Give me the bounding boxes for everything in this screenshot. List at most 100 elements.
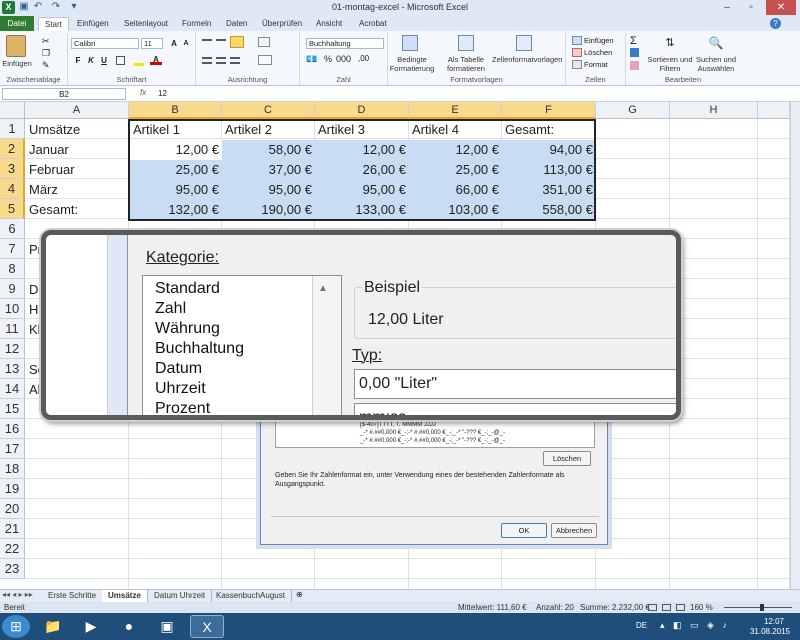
column-header-g[interactable]: G [596,102,670,119]
column-header-d[interactable]: D [315,102,409,119]
cell-f4[interactable]: 351,00 € [502,180,596,200]
select-all-corner[interactable] [0,102,25,119]
cell-e4[interactable]: 66,00 € [409,180,502,200]
row-header-23[interactable]: 23 [0,559,25,579]
cell-b4[interactable]: 95,00 € [130,180,222,200]
tab-start[interactable]: Start [38,17,69,31]
format-painter-icon[interactable]: ✎ [42,60,50,71]
category-standard[interactable]: Standard [155,279,220,299]
row-header-14[interactable]: 14 [0,379,25,399]
currency-icon[interactable]: 💶 [306,54,317,65]
cell-a5[interactable]: Gesamt: [26,200,126,220]
row-header-5[interactable]: 5 [0,199,25,219]
explorer-icon[interactable]: 📁 [36,615,70,638]
row-header-2[interactable]: 2 [0,139,25,159]
align-left-icon[interactable] [202,57,212,64]
column-header-f[interactable]: F [502,102,596,119]
sort-filter-icon[interactable]: ⇅ [662,36,678,52]
zoom-slider-thumb[interactable] [760,604,764,611]
number-format-combo[interactable]: Buchhaltung [306,38,384,49]
shrink-font-icon[interactable]: A [180,38,192,49]
find-select-icon[interactable]: 🔍 [708,36,724,52]
ok-button[interactable]: OK [501,523,547,538]
cell-b2[interactable]: 12,00 € [130,140,222,160]
font-name-combo[interactable]: Calibri [71,38,139,49]
row-header-15[interactable]: 15 [0,399,25,419]
cell-styles-button[interactable]: Zellenformatvorlagen [492,55,562,64]
thousands-icon[interactable]: 000 [336,54,351,64]
underline-button[interactable]: U [98,55,110,66]
category-zahl[interactable]: Zahl [155,299,186,319]
cell-f5[interactable]: 558,00 € [502,200,596,220]
name-box[interactable]: B2 [2,88,126,100]
insert-function-icon[interactable]: fx [140,88,146,97]
type-list-first-item[interactable]: mm:ss [354,403,676,415]
maximize-button[interactable]: ▫ [740,0,762,15]
zoom-slider[interactable] [724,607,792,608]
clock-time[interactable]: 12:07 [752,617,796,626]
cell-b5[interactable]: 132,00 € [130,200,222,220]
tray-icons[interactable]: ▴ ◧ ▭ ◈ ♪ [660,620,730,631]
percent-icon[interactable]: % [324,54,332,64]
zoom-level[interactable]: 160 % [690,602,713,613]
align-middle-icon[interactable] [216,39,226,46]
row-header-6[interactable]: 6 [0,219,25,239]
copy-icon[interactable]: ❐ [42,48,50,59]
clock-date[interactable]: 31.08.2015 [744,627,796,636]
view-normal-icon[interactable] [648,604,657,611]
row-header-18[interactable]: 18 [0,459,25,479]
wrap-text-icon[interactable] [258,37,270,47]
new-sheet-icon[interactable]: ⊕ [296,590,303,599]
tab-seitenlayout[interactable]: Seitenlayout [118,17,174,31]
firefox-icon[interactable]: ● [112,615,146,638]
language-indicator[interactable]: DE [636,621,647,630]
sheet-tab-kassenbuch[interactable]: KassenbuchAugust [210,590,292,602]
format-type-list[interactable]: [$-407]TTTT, T. MMMM JJJJ _-* #.##0,000 … [275,420,595,448]
cell-e2[interactable]: 12,00 € [409,140,502,160]
category-uhrzeit[interactable]: Uhrzeit [155,379,206,399]
row-header-7[interactable]: 7 [0,239,25,259]
tab-ansicht[interactable]: Ansicht [310,17,348,31]
tab-acrobat[interactable]: Acrobat [353,17,393,31]
conditional-formatting-icon[interactable] [402,35,418,51]
column-header-h[interactable]: H [670,102,758,119]
type-input[interactable]: 0,00 "Liter" [354,369,676,399]
delete-cells-icon[interactable] [572,48,582,57]
paste-button[interactable]: Einfügen [0,59,34,68]
category-list-scrollbar[interactable] [312,276,341,415]
cell-a4[interactable]: März [26,180,126,200]
clear-icon[interactable] [630,61,639,70]
row-header-8[interactable]: 8 [0,259,25,279]
cell-e5[interactable]: 103,00 € [409,200,502,220]
cell-f2[interactable]: 94,00 € [502,140,596,160]
format-line-3[interactable]: _-* #.##0,000 €_-;-* #.##0,000 €_-;_-* "… [276,437,594,445]
delete-cells-button[interactable]: Löschen [584,48,612,57]
delete-format-button[interactable]: Löschen [543,451,591,466]
tab-datei[interactable]: Datei [0,16,34,31]
vertical-scrollbar[interactable] [790,102,800,589]
cell-c3[interactable]: 37,00 € [222,160,315,180]
category-waehrung[interactable]: Währung [155,319,220,339]
cell-f1[interactable]: Gesamt: [502,120,596,140]
column-header-i[interactable] [758,102,790,119]
borders-icon[interactable] [116,56,125,65]
row-header-20[interactable]: 20 [0,499,25,519]
column-header-c[interactable]: C [222,102,315,119]
cell-a2[interactable]: Januar [26,140,126,160]
cell-d1[interactable]: Artikel 3 [315,120,409,140]
tab-ueberpruefen[interactable]: Überprüfen [256,17,308,31]
font-color-icon[interactable]: A [150,54,162,65]
merge-center-icon[interactable] [258,55,272,65]
format-cells-button[interactable]: Format [584,60,608,69]
column-header-b[interactable]: B [129,102,222,119]
cell-b1[interactable]: Artikel 1 [130,120,222,140]
row-header-11[interactable]: 11 [0,319,25,339]
cancel-button[interactable]: Abbrechen [551,523,597,538]
cell-d3[interactable]: 26,00 € [315,160,409,180]
row-header-16[interactable]: 16 [0,419,25,439]
view-pagebreak-icon[interactable] [676,604,685,611]
sheet-tab-umsaetze[interactable]: Umsätze [102,590,148,602]
row-header-3[interactable]: 3 [0,159,25,179]
format-as-table-button[interactable]: Als Tabelle formatieren [444,55,488,73]
view-layout-icon[interactable] [662,604,671,611]
